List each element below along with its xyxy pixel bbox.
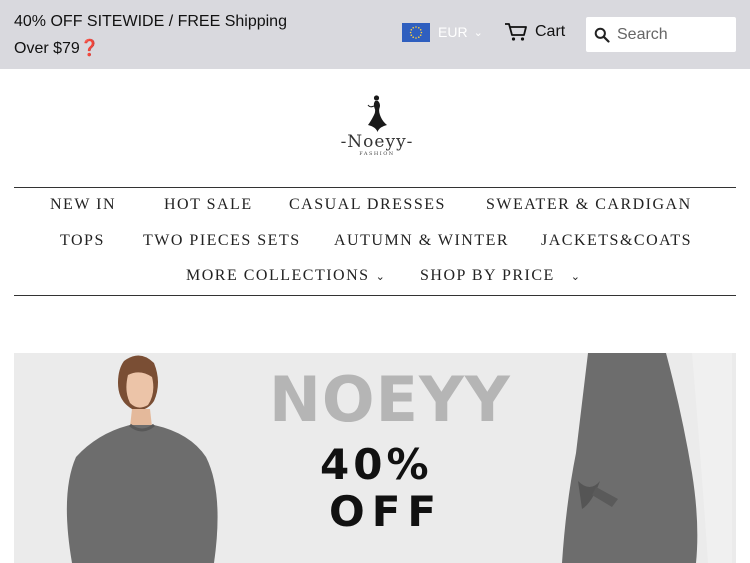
banner-off: OFF xyxy=(329,487,444,536)
nav-item-sweater-cardigan[interactable]: SWEATER & CARDIGAN xyxy=(486,195,692,215)
announcement-bar: 40% OFF SITEWIDE / FREE Shipping Over $7… xyxy=(0,0,750,69)
chevron-down-icon: ⌄ xyxy=(473,26,483,39)
nav-bottom-divider xyxy=(14,295,736,296)
banner-discount: 40% xyxy=(320,440,433,489)
search-input[interactable] xyxy=(617,25,727,44)
nav-item-autumn-winter[interactable]: AUTUMN & WINTER xyxy=(334,231,509,251)
logo-tagline: FASHION xyxy=(359,151,395,157)
nav-item-two-pieces-sets[interactable]: TWO PIECES SETS xyxy=(143,231,301,251)
search-box[interactable] xyxy=(586,17,736,52)
nav-item-hot-sale[interactable]: HOT SALE xyxy=(164,195,253,215)
nav-item-new-in[interactable]: NEW IN xyxy=(50,195,116,215)
nav-item-casual-dresses[interactable]: CASUAL DRESSES xyxy=(289,195,446,215)
cart-icon xyxy=(505,23,527,41)
nav-item-tops[interactable]: TOPS xyxy=(60,231,105,251)
hero-banner[interactable]: NOEYY 40% OFF xyxy=(14,353,736,563)
nav-item-shop-by-price[interactable]: SHOP BY PRICE ⌄ xyxy=(420,266,580,287)
nav-item-jackets-coats[interactable]: JACKETS&COATS xyxy=(541,231,692,251)
sweater-right-image xyxy=(562,353,732,563)
site-logo[interactable]: -Noeyy- FASHION xyxy=(333,94,421,164)
nav-item-shop-by-price-label: SHOP BY PRICE xyxy=(420,267,555,284)
chevron-down-icon: ⌄ xyxy=(375,271,385,283)
chevron-down-icon: ⌄ xyxy=(570,271,581,283)
logo-name: -Noeyy- xyxy=(340,132,414,152)
cart-link[interactable]: Cart xyxy=(504,22,565,42)
cart-label: Cart xyxy=(535,23,566,40)
announcement-text: 40% OFF SITEWIDE / FREE Shipping Over $7… xyxy=(14,13,287,57)
search-icon xyxy=(594,27,610,43)
eu-flag-icon xyxy=(402,22,430,42)
nav-top-divider xyxy=(14,187,736,188)
currency-label: EUR xyxy=(438,24,468,40)
nav-item-more-collections-label: MORE COLLECTIONS xyxy=(186,267,370,284)
nav-item-more-collections[interactable]: MORE COLLECTIONS ⌄ xyxy=(186,266,385,287)
logo-silhouette-icon xyxy=(367,95,387,132)
model-left-image xyxy=(66,355,218,563)
currency-selector[interactable]: EUR ⌄ xyxy=(402,22,483,42)
banner-brand: NOEYY xyxy=(269,363,511,436)
